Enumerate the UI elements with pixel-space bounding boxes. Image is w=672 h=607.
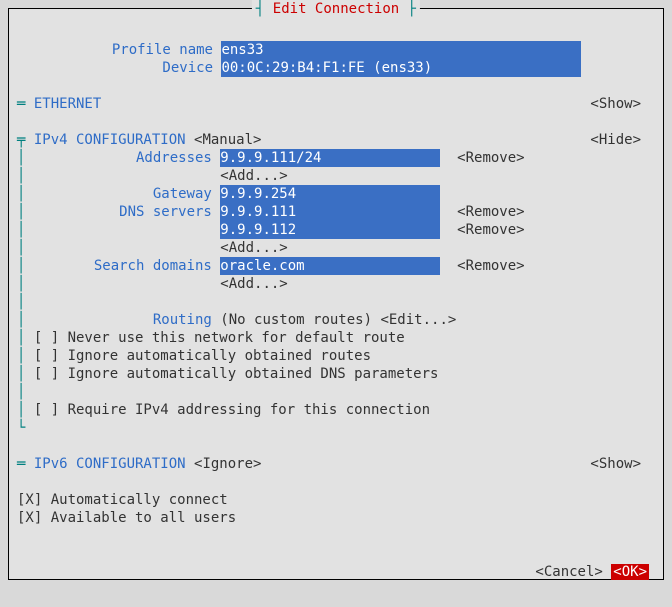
remove-search-0[interactable]: <Remove>	[457, 257, 524, 275]
ipv4-tree-icon: ╤	[17, 131, 34, 149]
row-auto-connect: [X] Automatically connect	[17, 491, 655, 509]
add-dns[interactable]: <Add...>	[220, 239, 287, 257]
label-gateway: Gateway	[34, 185, 212, 203]
section-ipv4: ╤ IPv4 CONFIGURATION <Manual> <Hide>	[17, 131, 655, 149]
label-dns: DNS servers	[34, 203, 212, 221]
ethernet-tree-icon: ═	[17, 95, 34, 113]
row-dns-1: │ 9.9.9.112 <Remove>	[17, 221, 655, 239]
section-ipv6: ═ IPv6 CONFIGURATION <Ignore> <Show>	[17, 455, 655, 473]
label-addresses: Addresses	[34, 149, 212, 167]
heading-ethernet: ETHERNET	[34, 95, 101, 113]
label-device: Device	[17, 59, 213, 77]
edit-connection-window: ┤ Edit Connection ├ Profile name ens33 D…	[8, 8, 664, 580]
checkbox-auto-connect[interactable]: [X] Automatically connect	[17, 491, 228, 509]
label-profile-name: Profile name	[17, 41, 213, 59]
content-area: Profile name ens33 Device 00:0C:29:B4:F1…	[9, 9, 663, 607]
row-profile-name: Profile name ens33	[17, 41, 655, 59]
checkbox-never-default[interactable]: [ ] Never use this network for default r…	[34, 329, 405, 347]
row-search-0: │ Search domains oracle.com <Remove>	[17, 257, 655, 275]
input-device[interactable]: 00:0C:29:B4:F1:FE (ens33)	[221, 59, 581, 77]
cancel-button[interactable]: <Cancel>	[535, 564, 602, 580]
row-gateway: │ Gateway 9.9.9.254	[17, 185, 655, 203]
input-dns-1[interactable]: 9.9.9.112	[220, 221, 440, 239]
input-search-0[interactable]: oracle.com	[220, 257, 440, 275]
heading-ipv4: IPv4 CONFIGURATION	[34, 131, 186, 149]
input-address-0[interactable]: 9.9.9.111/24	[220, 149, 440, 167]
label-search: Search domains	[34, 257, 212, 275]
ok-button[interactable]: <OK>	[611, 564, 649, 580]
routing-edit-button[interactable]: <Edit...>	[380, 311, 456, 329]
row-device: Device 00:0C:29:B4:F1:FE (ens33)	[17, 59, 655, 77]
row-dns-0: │ DNS servers 9.9.9.111 <Remove>	[17, 203, 655, 221]
row-opt4: │ [ ] Require IPv4 addressing for this c…	[17, 401, 655, 419]
row-opt1: │ [ ] Never use this network for default…	[17, 329, 655, 347]
ipv6-mode-select[interactable]: <Ignore>	[194, 455, 261, 473]
row-dns-add: │ <Add...>	[17, 239, 655, 257]
label-routing: Routing	[34, 311, 212, 329]
routing-text: (No custom routes)	[220, 311, 372, 329]
checkbox-require-ipv4[interactable]: [ ] Require IPv4 addressing for this con…	[34, 401, 430, 419]
row-buttons: <Cancel> <OK>	[17, 545, 655, 599]
checkbox-ignore-routes[interactable]: [ ] Ignore automatically obtained routes	[34, 347, 371, 365]
ethernet-show-button[interactable]: <Show>	[590, 95, 655, 113]
window-title: ┤ Edit Connection ├	[252, 0, 420, 18]
row-address-0: │ Addresses 9.9.9.111/24 <Remove>	[17, 149, 655, 167]
input-dns-0[interactable]: 9.9.9.111	[220, 203, 440, 221]
heading-ipv6: IPv6 CONFIGURATION	[34, 455, 186, 473]
title-decor-right: ├	[399, 1, 416, 17]
ipv6-tree-icon: ═	[17, 455, 34, 473]
title-decor-left: ┤	[256, 1, 273, 17]
add-address[interactable]: <Add...>	[220, 167, 287, 185]
checkbox-ignore-dns[interactable]: [ ] Ignore automatically obtained DNS pa…	[34, 365, 439, 383]
remove-address-0[interactable]: <Remove>	[457, 149, 524, 167]
row-search-add: │ <Add...>	[17, 275, 655, 293]
add-search[interactable]: <Add...>	[220, 275, 287, 293]
input-profile-name[interactable]: ens33	[221, 41, 581, 59]
ipv4-mode-select[interactable]: <Manual>	[194, 131, 261, 149]
row-opt3: │ [ ] Ignore automatically obtained DNS …	[17, 365, 655, 383]
input-gateway[interactable]: 9.9.9.254	[220, 185, 440, 203]
title-text: Edit Connection	[273, 1, 399, 17]
remove-dns-1[interactable]: <Remove>	[457, 221, 524, 239]
row-all-users: [X] Available to all users	[17, 509, 655, 527]
ipv4-hide-button[interactable]: <Hide>	[590, 131, 655, 149]
remove-dns-0[interactable]: <Remove>	[457, 203, 524, 221]
row-address-add: │ <Add...>	[17, 167, 655, 185]
checkbox-all-users[interactable]: [X] Available to all users	[17, 509, 236, 527]
section-ethernet: ═ ETHERNET <Show>	[17, 95, 655, 113]
row-opt2: │ [ ] Ignore automatically obtained rout…	[17, 347, 655, 365]
row-routing: │ Routing (No custom routes) <Edit...>	[17, 311, 655, 329]
ipv6-show-button[interactable]: <Show>	[590, 455, 655, 473]
